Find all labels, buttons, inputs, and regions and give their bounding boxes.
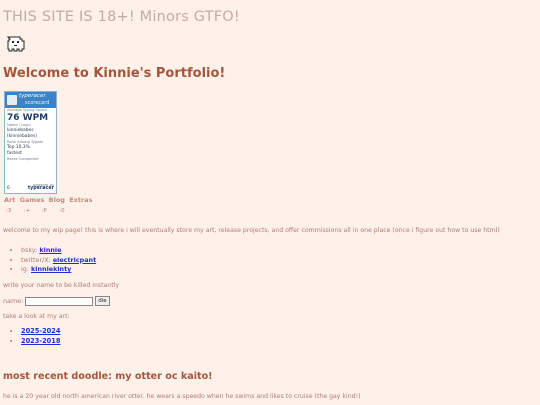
- name-input[interactable]: [25, 296, 94, 306]
- page-title: Welcome to Kinnie's Portfolio!: [3, 66, 226, 81]
- art-link-item: 2023-2018: [21, 336, 60, 346]
- art-links: 2025-2024 2023-2018: [11, 326, 60, 346]
- scorecard-footer: 6 powered by typeracer: [7, 183, 54, 191]
- ig-link[interactable]: kinniekinty: [31, 265, 71, 273]
- emote-3: :P: [41, 208, 47, 214]
- races-label: Races Completed: [7, 157, 39, 161]
- kill-prompt: write your name to be killed instantly: [3, 282, 120, 289]
- main-nav: Art Games Blog Extras: [4, 196, 94, 204]
- social-label: bsky:: [21, 246, 38, 254]
- scorecard-header: typeracer scorecard: [5, 92, 56, 108]
- social-label: ig:: [21, 265, 29, 273]
- typeracer-scorecard[interactable]: typeracer scorecard Average Typing Speed…: [4, 91, 57, 194]
- twitter-link[interactable]: electricpant: [53, 256, 96, 264]
- wpm-value: 76 WPM: [7, 113, 49, 123]
- keyboard-icon: [7, 95, 17, 105]
- races-value: 6: [7, 186, 10, 191]
- bsky-link[interactable]: kinnie: [39, 246, 61, 254]
- intro-text: welcome to my wip page! this is where i …: [3, 227, 500, 234]
- art-link-item: 2025-2024: [21, 326, 60, 336]
- art-prompt: take a look at my art:: [3, 313, 70, 320]
- scorecard-subtitle: scorecard: [25, 100, 50, 106]
- social-bsky: bsky: kinnie: [21, 246, 96, 256]
- nav-blog[interactable]: Blog: [49, 196, 65, 204]
- nav-games[interactable]: Games: [20, 196, 45, 204]
- scorecard-brand: typeracer: [19, 93, 46, 99]
- social-ig: ig: kinniekinty: [21, 265, 96, 275]
- name-label: name:: [3, 297, 24, 305]
- social-links: bsky: kinnie twitter/X: electricpant ig:…: [11, 246, 96, 275]
- powered-by-brand: typeracer: [27, 186, 54, 191]
- die-button[interactable]: die: [95, 296, 110, 306]
- ghost-pixel-icon: [6, 36, 25, 52]
- art-link-2023-2018[interactable]: 2023-2018: [21, 337, 60, 345]
- age-warning: THIS SITE IS 18+! Minors GTFO!: [3, 9, 240, 25]
- social-twitter: twitter/X: electricpant: [21, 256, 96, 266]
- powered-by: powered by typeracer: [28, 183, 54, 191]
- social-label: twitter/X:: [21, 255, 51, 264]
- emote-1: :3: [6, 208, 12, 214]
- name-form: name: die: [3, 296, 110, 306]
- emote-4: :0: [59, 208, 65, 214]
- emote-row: :3 :+ :P :0: [6, 208, 75, 214]
- nav-extras[interactable]: Extras: [69, 196, 92, 204]
- doodle-description: he is a 20 year old north american river…: [3, 393, 361, 400]
- doodle-heading: most recent doodle: my otter oc kaito!: [3, 371, 213, 382]
- art-link-2025-2024[interactable]: 2025-2024: [21, 327, 60, 335]
- emote-2: :+: [23, 208, 31, 214]
- nav-art[interactable]: Art: [4, 196, 15, 204]
